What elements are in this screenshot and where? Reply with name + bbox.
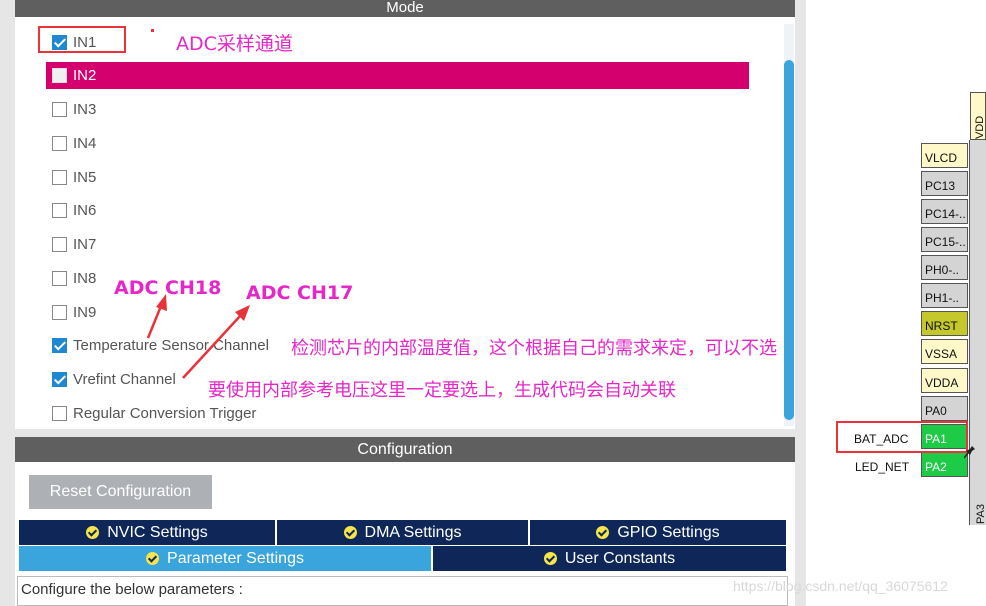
pin-pc14[interactable]: PC14-.. [921,199,968,224]
check-circle-icon [146,552,160,565]
tab-user-constants-label: User Constants [564,549,676,567]
pin-ph0[interactable]: PH0-.. [921,255,968,280]
signal-label-led-net: LED_NET [855,460,910,474]
arrow-ch18 [146,294,167,339]
tab-nvic-settings-label: NVIC Settings [107,523,208,541]
check-circle-icon [86,526,100,539]
pin-pa2[interactable]: PA2 [921,452,968,477]
check-circle-icon [596,526,610,539]
pin-nrst[interactable]: NRST [921,311,968,336]
configuration-panel: Mode IN1 IN2 IN3 IN4 IN5 IN6 IN7 IN8 IN9… [0,0,806,606]
tab-gpio-settings[interactable]: GPIO Settings [530,520,786,545]
pin-pc15[interactable]: PC15-.. [921,227,968,252]
tab-parameter-settings-label: Parameter Settings [167,549,304,567]
pin-vssa[interactable]: VSSA [921,339,968,364]
pin-vlcd[interactable]: VLCD [921,143,968,168]
tab-nvic-settings[interactable]: NVIC Settings [19,520,275,545]
reset-configuration-button[interactable]: Reset Configuration [29,475,212,509]
pin-pc13[interactable]: PC13 [921,171,968,196]
check-circle-icon [343,526,357,539]
bottom-pin-text: PA3 [975,504,986,524]
chip-bottom-pin-label: PA3 [975,504,986,524]
pa1-highlight-box [836,421,968,453]
tab-parameter-settings[interactable]: Parameter Settings [19,546,431,571]
chip-body: PA3 [969,140,986,525]
pin-vdda[interactable]: VDDA [921,368,968,393]
watermark: https://blog.csdn.net/qq_36075612 [733,578,948,594]
chip-top-pin-label: VDD [974,116,986,139]
configuration-header: Configuration [15,437,795,462]
tab-gpio-settings-label: GPIO Settings [617,523,720,541]
top-pin-text: VDD [974,116,986,139]
arrow-ch17 [182,305,250,379]
pushpin-icon [964,446,975,459]
check-circle-icon [543,552,557,565]
parameter-description: Configure the below parameters : [17,576,788,606]
chip-top-pin-vdd[interactable]: VDD [970,92,986,140]
pin-pa0[interactable]: PA0 [921,396,968,421]
tab-user-constants[interactable]: User Constants [433,546,786,571]
tab-dma-settings-label: DMA Settings [364,523,462,541]
pin-ph1[interactable]: PH1-.. [921,283,968,308]
tab-dma-settings[interactable]: DMA Settings [277,520,528,545]
